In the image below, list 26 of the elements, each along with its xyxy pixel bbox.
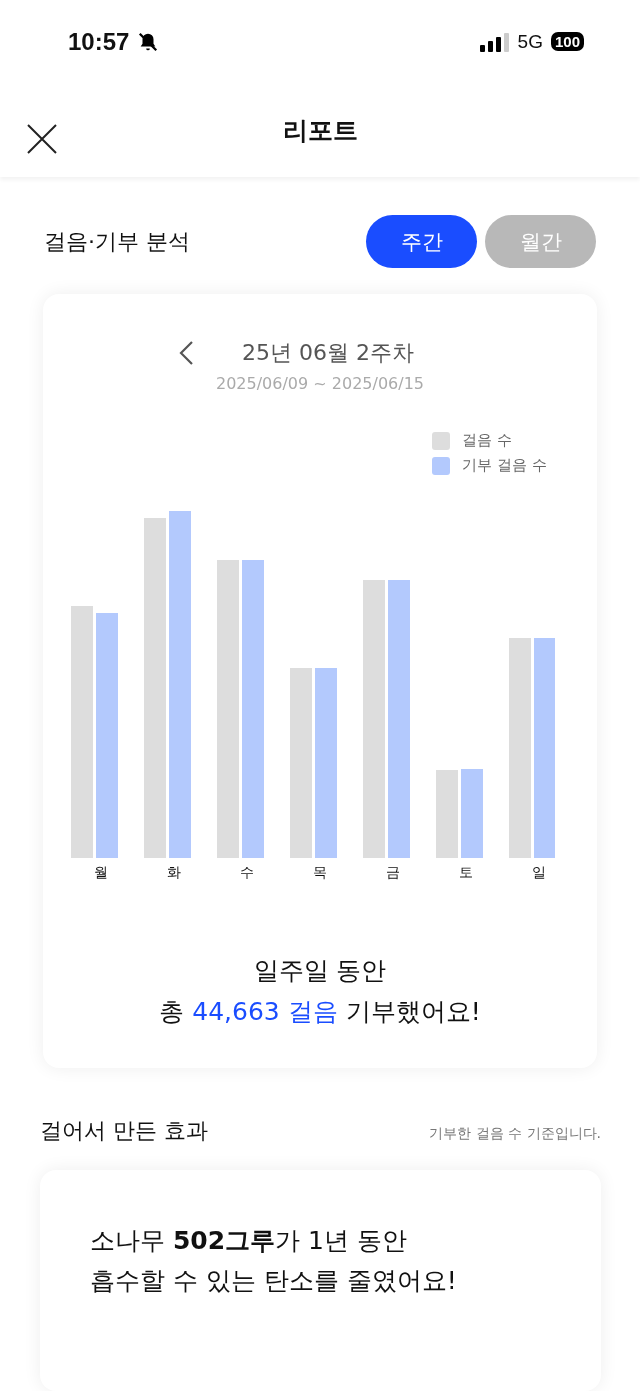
week-title: 25년 06월 2주차 — [242, 339, 414, 368]
basis-note: 기부한 걸음 수 기준입니다. — [429, 1125, 601, 1144]
weekday-label: 월 — [93, 864, 109, 883]
signal-icon — [479, 31, 510, 52]
date-range: 2025/06/09 ~ 2025/06/15 — [216, 374, 424, 394]
legend-label: 걸음 수 — [462, 431, 513, 451]
back-chevron-icon[interactable] — [178, 340, 194, 367]
weekday-label: 금 — [385, 864, 401, 883]
effect-text: 흡수할 수 있는 탄소를 줄였어요! — [90, 1265, 457, 1298]
weekday-label: 화 — [166, 864, 182, 883]
summary-total: 총 44,663 걸음 기부했어요! — [159, 996, 481, 1029]
section-title: 걸어서 만든 효과 — [40, 1117, 208, 1146]
weekday-label: 일 — [531, 864, 547, 883]
summary-line: 일주일 동안 — [253, 955, 387, 988]
effect-text: 소나무 502그루가 1년 동안 — [90, 1225, 408, 1258]
legend-label: 기부 걸음 수 — [462, 456, 547, 476]
period-tab[interactable]: 주간 — [366, 215, 477, 269]
status-time: 10:57 — [68, 27, 130, 56]
battery-indicator: 100 — [550, 32, 584, 52]
muted-bell-icon — [137, 30, 160, 53]
weekday-label: 목 — [312, 864, 328, 883]
weekday-label: 수 — [239, 864, 255, 883]
network-label: 5G — [517, 30, 543, 53]
section-title: 걸음·기부 분석 — [44, 227, 190, 256]
page-title: 리포트 — [282, 114, 358, 147]
weekday-label: 토 — [458, 864, 474, 883]
